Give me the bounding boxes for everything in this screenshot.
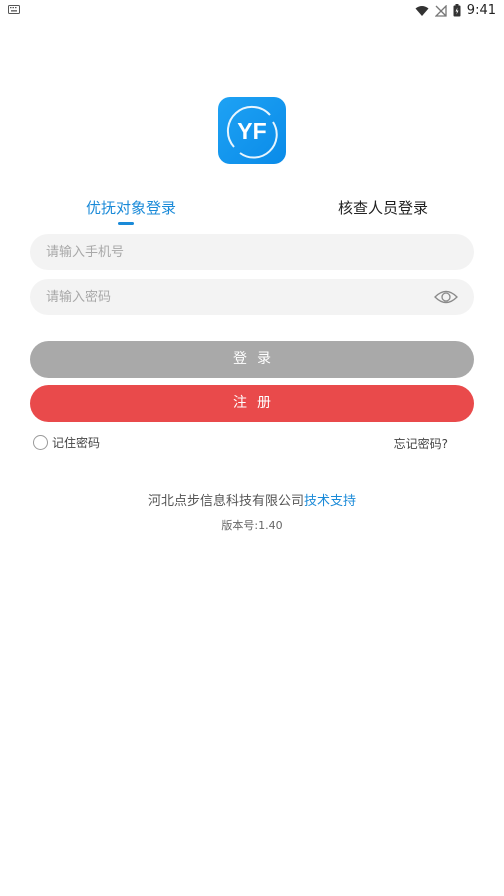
status-time: 9:41	[466, 3, 496, 18]
password-field	[30, 279, 474, 315]
login-button[interactable]: 登录	[30, 341, 474, 378]
battery-icon	[453, 4, 461, 17]
no-signal-icon	[434, 4, 447, 17]
wifi-icon	[415, 5, 429, 16]
tech-support-link[interactable]: 技术支持	[304, 494, 356, 509]
password-input[interactable]	[46, 279, 426, 315]
remember-password-label: 记住密码	[52, 436, 101, 450]
version-label: 版本号:1.40	[221, 519, 283, 532]
company-line: 河北点步信息科技有限公司技术支持	[0, 490, 504, 509]
phone-input[interactable]	[46, 234, 426, 270]
forgot-password-link[interactable]: 忘记密码?	[394, 435, 448, 452]
company-name: 河北点步信息科技有限公司	[147, 494, 304, 509]
app-logo: YF	[218, 97, 286, 164]
tab-inspector-login[interactable]: 核查人员登录	[338, 197, 428, 218]
status-bar: 9:41	[0, 0, 504, 22]
remember-password-checkbox[interactable]: 记住密码	[33, 434, 100, 451]
tab-active-indicator	[118, 222, 134, 225]
register-button[interactable]: 注册	[30, 385, 474, 422]
eye-icon[interactable]	[434, 287, 458, 307]
tab-beneficiary-login[interactable]: 优抚对象登录	[86, 197, 176, 218]
keyboard-icon	[8, 5, 20, 14]
logo-text: YF	[237, 118, 266, 144]
phone-field	[30, 234, 474, 270]
radio-circle-icon	[33, 435, 48, 450]
